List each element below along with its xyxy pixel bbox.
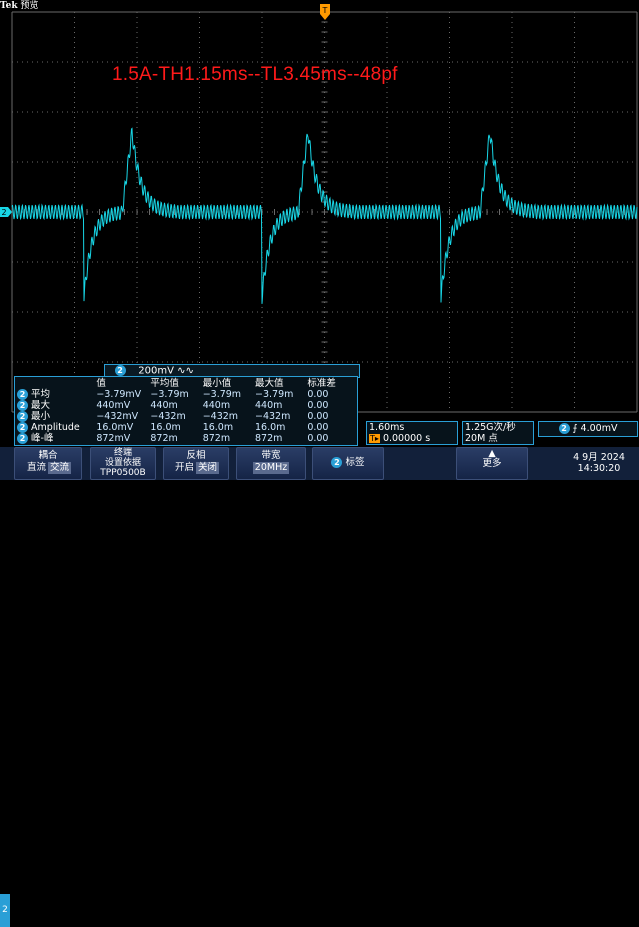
invert-on-option[interactable]: 开启 [173, 462, 196, 474]
measurement-value: 440mV [96, 400, 131, 411]
date: 4 9月 2024 [573, 452, 625, 463]
channel-badge: 2 [17, 411, 28, 422]
measurement-stddev: 0.00 [307, 400, 329, 411]
status-bar: Tek 预览 [0, 0, 39, 12]
measurement-value: 16.0mV [96, 422, 134, 433]
channel-badge: 2 [17, 433, 28, 444]
channel-badge: 2 [114, 365, 126, 376]
measurement-row: 2 最小 −432mV −432m −432m −432m 0.00 [17, 411, 357, 422]
more-button[interactable]: ▲ 更多 [456, 447, 528, 480]
measurement-row: 2 最大 440mV 440m 440m 440m 0.00 [17, 400, 357, 411]
invert-button[interactable]: 反相 开启 关闭 [163, 447, 229, 480]
vertical-scale: 200mV [138, 365, 174, 377]
measurement-stddev: 0.00 [307, 433, 329, 444]
measurement-min: −432m [202, 411, 239, 422]
channel-badge: 2 [558, 423, 570, 434]
svg-text:T: T [322, 6, 328, 15]
col-header: 标准差 [307, 378, 336, 389]
col-header: 平均值 [150, 378, 179, 389]
rising-edge-icon: ⨍ [572, 423, 578, 434]
bottom-menu-bar: 2 耦合 直流 交流 终端 设置依据 TPP0500B 反相 开启 关闭 带宽 20… [0, 447, 639, 927]
measurement-max: −3.79m [255, 389, 294, 400]
termination-title: 终端 [113, 448, 132, 458]
trigger-delay: 0.00000 s [382, 433, 431, 444]
invert-title: 反相 [186, 450, 206, 461]
trigger-readout[interactable]: 2 ⨍ 4.00mV [538, 421, 638, 437]
measurement-label: 最小 [31, 411, 51, 422]
more-arrow-icon: ▲ [488, 448, 496, 459]
invert-off-option[interactable]: 关闭 [196, 462, 220, 474]
acquisition-readout[interactable]: 1.25G次/秒 20M 点 [462, 421, 534, 445]
time: 14:30:20 [577, 463, 621, 474]
measurement-label: 峰-峰 [31, 433, 54, 444]
bandwidth-button[interactable]: 带宽 20MHz [236, 447, 306, 480]
measurement-max: −432m [255, 411, 291, 422]
probe-model: TPP0500B [100, 468, 146, 478]
measurement-min: 16.0m [202, 422, 234, 433]
col-header: 值 [96, 378, 106, 389]
measurement-min: 440m [202, 400, 231, 411]
measurement-value: −3.79mV [96, 389, 142, 400]
measurement-mean: 16.0m [150, 422, 181, 433]
menu-channel-tab: 2 [0, 894, 10, 927]
col-header: 最大值 [255, 378, 284, 389]
termination-button[interactable]: 终端 设置依据 TPP0500B [90, 447, 156, 480]
label-text: 标签 [345, 457, 365, 468]
measurement-stddev: 0.00 [307, 411, 329, 422]
measurement-value: −432mV [96, 411, 139, 422]
channel-badge: 2 [17, 400, 28, 411]
measurement-panel[interactable]: 值 平均值 最小值 最大值 标准差 2 平均 −3.79mV −3.79m −3… [14, 376, 358, 446]
measurement-row: 2 Amplitude 16.0mV 16.0m 16.0m 16.0m 0.0… [17, 422, 357, 433]
measurement-stddev: 0.00 [307, 422, 329, 433]
measurement-stddev: 0.00 [307, 389, 329, 400]
measurement-label: 平均 [31, 389, 51, 400]
measurement-min: −3.79m [202, 389, 242, 400]
channel-2-ground-marker: 2 [0, 207, 12, 217]
coupling-dc-option[interactable]: 直流 [25, 462, 48, 474]
svg-text:2: 2 [1, 208, 6, 217]
label-button[interactable]: 2 标签 [312, 447, 384, 480]
more-label: 更多 [482, 458, 502, 469]
measurement-mean: 440m [150, 400, 178, 411]
coupling-ac-option[interactable]: 交流 [48, 462, 72, 474]
bandwidth-value: 20MHz [252, 462, 290, 474]
measurement-max: 16.0m [255, 422, 286, 433]
acquisition-mode: 预览 [20, 1, 39, 11]
measurement-mean: −432m [150, 411, 186, 422]
bandwidth-title: 带宽 [261, 450, 281, 461]
coupling-button[interactable]: 耦合 直流 交流 [14, 447, 82, 480]
record-length: 20M 点 [465, 433, 498, 444]
measurement-label: 最大 [31, 400, 51, 411]
trigger-level: 4.00mV [580, 423, 618, 434]
measurement-row: 2 平均 −3.79mV −3.79m −3.79m −3.79m 0.00 [17, 389, 357, 400]
sample-rate: 1.25G次/秒 [465, 422, 516, 433]
coupling-title: 耦合 [38, 450, 58, 461]
trigger-delay-icon: T▸ [369, 434, 380, 443]
channel-badge: 2 [17, 422, 28, 433]
bandwidth-limit-icon: ∿∿ [177, 365, 194, 377]
measurement-label: Amplitude [31, 422, 80, 433]
measurement-mean: −3.79m [150, 389, 189, 400]
measurement-mean: 872m [150, 433, 178, 444]
measurement-min: 872m [202, 433, 231, 444]
screen-annotation: 1.5A-TH1.15ms--TL3.45ms--48pf [112, 64, 398, 85]
trigger-position-marker: T [320, 4, 330, 20]
measurement-max: 872m [255, 433, 283, 444]
channel-badge: 2 [17, 389, 28, 400]
col-header: 最小值 [202, 378, 232, 389]
measurement-table: 值 平均值 最小值 最大值 标准差 2 平均 −3.79mV −3.79m −3… [17, 378, 357, 444]
timebase-readout[interactable]: 1.60ms T▸ 0.00000 s [366, 421, 458, 445]
date-time: 4 9月 2024 14:30:20 [560, 452, 638, 474]
measurement-row: 2 峰-峰 872mV 872m 872m 872m 0.00 [17, 433, 357, 444]
measurement-max: 440m [255, 400, 283, 411]
termination-sub: 设置依据 [104, 458, 141, 468]
horizontal-scale: 1.60ms [369, 422, 405, 433]
measurement-value: 872mV [96, 433, 131, 444]
channel-badge: 2 [331, 457, 343, 468]
brand-logo: Tek [0, 1, 18, 11]
